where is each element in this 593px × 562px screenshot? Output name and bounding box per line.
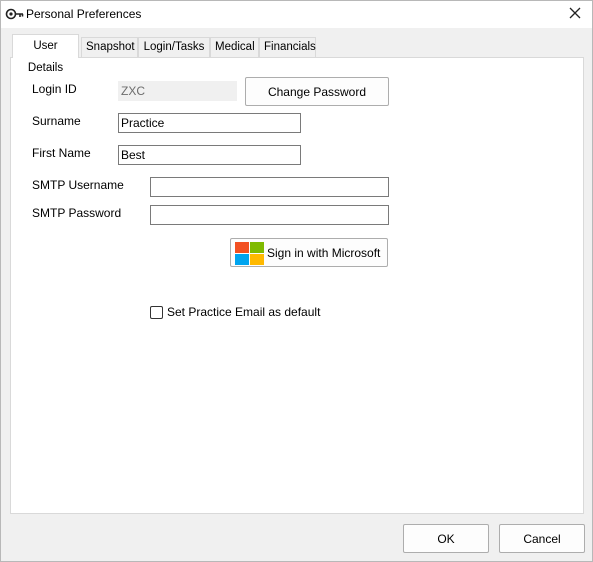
login-id-label: Login ID xyxy=(32,82,77,96)
surname-field[interactable]: Practice xyxy=(118,113,301,133)
close-button[interactable] xyxy=(558,1,592,28)
tab-medical[interactable]: Medical xyxy=(210,37,259,57)
smtp-password-label: SMTP Password xyxy=(32,206,122,220)
first-name-field[interactable]: Best xyxy=(118,145,301,165)
close-icon xyxy=(569,7,581,22)
cancel-button[interactable]: Cancel xyxy=(499,524,585,553)
smtp-username-field[interactable] xyxy=(150,177,389,197)
sign-in-microsoft-button[interactable]: Sign in with Microsoft xyxy=(230,238,388,267)
surname-label: Surname xyxy=(32,114,81,128)
window-title: Personal Preferences xyxy=(26,7,142,21)
first-name-label: First Name xyxy=(32,146,91,160)
default-email-label: Set Practice Email as default xyxy=(167,305,321,319)
key-icon xyxy=(5,6,25,22)
sign-in-microsoft-label: Sign in with Microsoft xyxy=(267,245,381,260)
ok-button[interactable]: OK xyxy=(403,524,489,553)
default-email-checkbox[interactable] xyxy=(150,306,163,319)
tab-snapshot[interactable]: Snapshot xyxy=(81,37,138,57)
login-id-field: ZXC xyxy=(118,81,237,101)
title-bar: Personal Preferences xyxy=(1,1,592,28)
tab-user-details[interactable]: User Details xyxy=(12,34,79,74)
smtp-password-field[interactable] xyxy=(150,205,389,225)
tab-financials[interactable]: Financials xyxy=(259,37,316,57)
change-password-button[interactable]: Change Password xyxy=(245,77,389,106)
smtp-username-label: SMTP Username xyxy=(32,178,124,192)
personal-preferences-window: Personal Preferences User Details Snapsh… xyxy=(0,0,593,562)
microsoft-logo-icon xyxy=(235,242,264,265)
tab-login-tasks[interactable]: Login/Tasks xyxy=(138,37,210,57)
